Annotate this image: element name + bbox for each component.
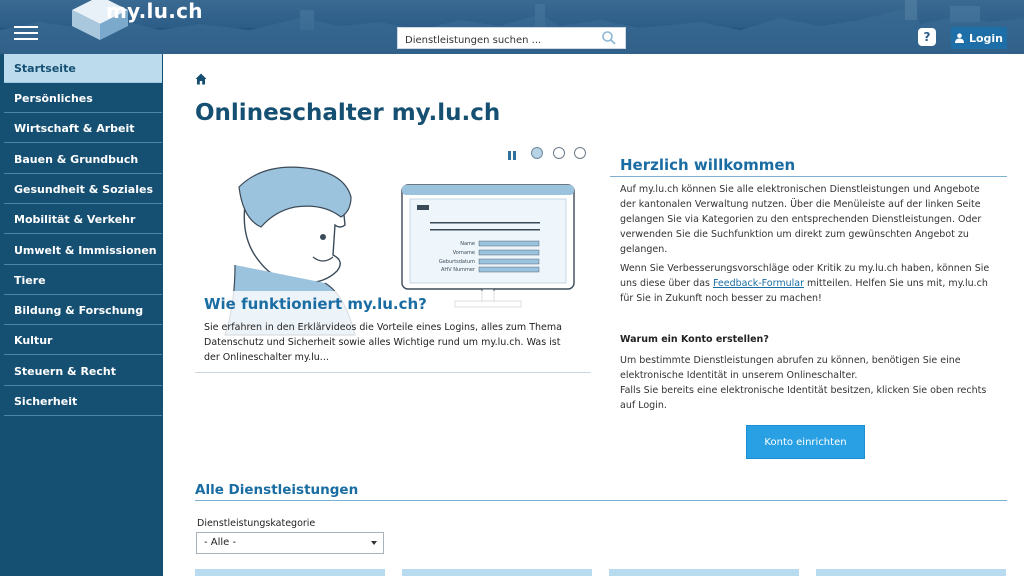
service-card-1[interactable]	[195, 569, 385, 576]
sidebar-item-mobilitaet-verkehr[interactable]: Mobilität & Verkehr	[4, 205, 162, 234]
service-card-3[interactable]	[609, 569, 799, 576]
sidebar-item-wirtschaft-arbeit[interactable]: Wirtschaft & Arbeit	[4, 114, 162, 143]
sidebar-item-startseite[interactable]: Startseite	[4, 54, 162, 83]
category-filter-select[interactable]: - Alle -	[196, 532, 384, 554]
top-header: my.lu.ch ? Login	[0, 0, 1024, 54]
konto-einrichten-button[interactable]: Konto einrichten	[746, 425, 865, 459]
carousel-title[interactable]: Wie funktioniert my.lu.ch?	[204, 295, 427, 313]
sidebar-item-tiere[interactable]: Tiere	[4, 266, 162, 295]
sidebar-item-gesundheit-soziales[interactable]: Gesundheit & Soziales	[4, 175, 162, 204]
welcome-paragraph-2: Wenn Sie Verbesserungsvorschläge oder Kr…	[620, 261, 990, 306]
chevron-down-icon	[371, 541, 377, 545]
form-label-geburtsdatum: Geburtsdatum	[439, 259, 475, 265]
search-input[interactable]	[398, 30, 594, 51]
sidebar-item-umwelt-immissionen[interactable]: Umwelt & Immissionen	[4, 236, 162, 265]
feedback-form-link[interactable]: Feedback-Formular	[713, 278, 804, 289]
carousel-dot-2[interactable]	[553, 147, 565, 159]
sidebar-item-steuern-recht[interactable]: Steuern & Recht	[4, 357, 162, 386]
form-label-vorname: Vorname	[453, 250, 475, 256]
page-title: Onlineschalter my.lu.ch	[195, 100, 501, 126]
welcome-divider	[610, 176, 1007, 177]
pause-icon[interactable]	[508, 145, 518, 160]
hamburger-menu-icon[interactable]	[14, 26, 38, 46]
konto-heading: Warum ein Konto erstellen?	[620, 334, 769, 345]
carousel-caption: Wie funktioniert my.lu.ch? Sie erfahren …	[195, 291, 591, 377]
form-label-ahv: AHV Nummer	[441, 267, 476, 273]
welcome-paragraph-1: Auf my.lu.ch können Sie alle elektronisc…	[620, 184, 982, 255]
user-icon	[954, 33, 964, 43]
konto-text-2: Falls Sie bereits eine elektronische Ide…	[620, 385, 987, 411]
category-filter-value: - Alle -	[204, 537, 237, 548]
sidebar-nav: Startseite Persönliches Wirtschaft & Arb…	[0, 54, 163, 576]
services-title: Alle Dienstleistungen	[195, 482, 359, 498]
category-filter-label: Dienstleistungskategorie	[197, 518, 316, 529]
services-divider	[195, 500, 1007, 501]
search-box	[397, 27, 626, 51]
form-label-name: Name	[460, 241, 475, 247]
info-carousel[interactable]: Name Vorname Geburtsdatum AHV Nummer Wie…	[195, 165, 591, 377]
carousel-dot-1[interactable]	[531, 147, 543, 159]
search-icon[interactable]	[601, 30, 617, 46]
sidebar-item-kultur[interactable]: Kultur	[4, 326, 162, 355]
welcome-title: Herzlich willkommen	[620, 156, 796, 174]
sidebar-item-bauen-grundbuch[interactable]: Bauen & Grundbuch	[4, 145, 162, 174]
carousel-text: Sie erfahren in den Erklärvideos die Vor…	[204, 322, 562, 363]
site-logo[interactable]: my.lu.ch	[106, 0, 203, 23]
sidebar-item-bildung-forschung[interactable]: Bildung & Forschung	[4, 296, 162, 325]
help-icon[interactable]: ?	[918, 28, 936, 46]
sidebar-item-persoenliches[interactable]: Persönliches	[4, 84, 162, 113]
service-card-2[interactable]	[402, 569, 592, 576]
carousel-dot-3[interactable]	[574, 147, 586, 159]
login-button[interactable]: Login	[951, 27, 1007, 49]
login-label: Login	[968, 31, 1004, 45]
service-card-4[interactable]	[816, 569, 1006, 576]
sidebar-item-sicherheit[interactable]: Sicherheit	[4, 387, 162, 416]
carousel-divider	[195, 372, 591, 373]
konto-text-1: Um bestimmte Dienstleistungen abrufen zu…	[620, 355, 961, 381]
home-icon[interactable]	[195, 73, 207, 85]
